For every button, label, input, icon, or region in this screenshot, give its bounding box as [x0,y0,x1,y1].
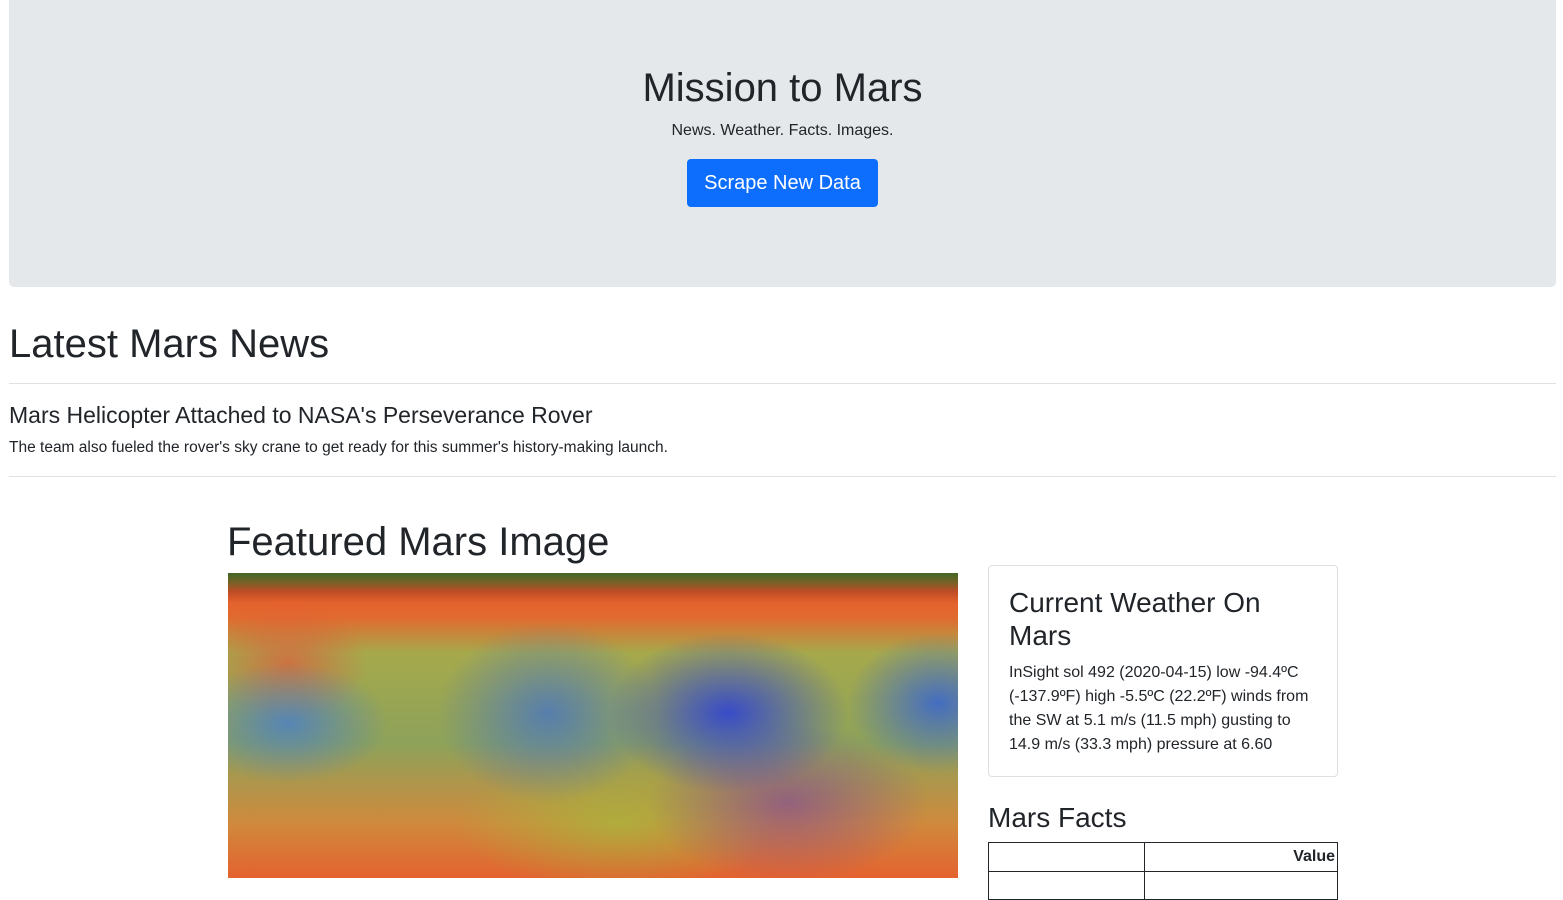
table-cell [1144,871,1338,900]
table-header-cell: Value [1144,842,1338,872]
weather-card: Current Weather On Mars InSight sol 492 … [988,565,1338,777]
image-shading [228,573,958,603]
table-cell [988,871,1145,900]
divider [9,383,1556,384]
divider [9,476,1556,477]
jumbotron-header: Mission to Mars News. Weather. Facts. Im… [9,0,1556,287]
facts-heading: Mars Facts [988,802,1127,833]
table-header-cell [988,842,1145,872]
facts-table: Value [988,842,1338,900]
news-teaser: The team also fueled the rover's sky cra… [9,439,668,456]
table-row [988,871,1338,900]
featured-mars-image [228,573,958,878]
scrape-new-data-button[interactable]: Scrape New Data [687,159,878,207]
weather-report: InSight sol 492 (2020-04-15) low -94.4ºC… [1009,664,1309,753]
news-title: Mars Helicopter Attached to NASA's Perse… [9,402,593,428]
page-title: Mission to Mars [642,66,923,110]
page-tagline: News. Weather. Facts. Images. [671,122,894,139]
featured-heading: Featured Mars Image [227,520,610,564]
news-heading: Latest Mars News [9,322,330,366]
weather-heading: Current Weather On Mars [1009,587,1261,651]
table-header-row: Value [988,842,1338,872]
